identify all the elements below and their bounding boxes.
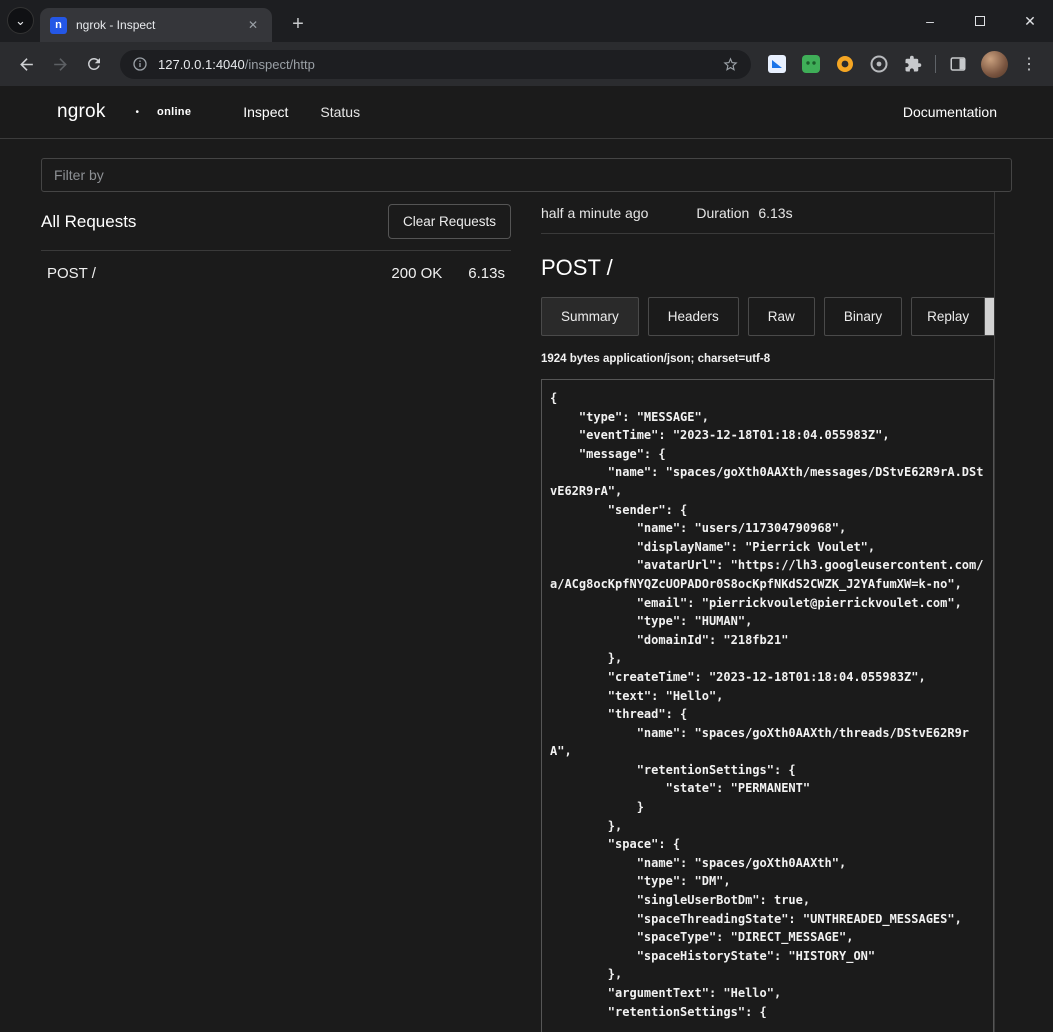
- tab-binary[interactable]: Binary: [824, 297, 902, 336]
- forward-button[interactable]: [44, 48, 76, 80]
- side-panel-icon: [949, 55, 967, 73]
- nav-status[interactable]: Status: [320, 104, 360, 120]
- filter-bar: [41, 158, 1012, 192]
- tab-search-button[interactable]: ⌄: [7, 7, 34, 34]
- forward-arrow-icon: [51, 55, 70, 74]
- request-time-ago: half a minute ago: [541, 205, 648, 221]
- requests-panel: All Requests Clear Requests POST / 200 O…: [41, 192, 511, 1032]
- tab-summary[interactable]: Summary: [541, 297, 639, 336]
- requests-list: POST / 200 OK 6.13s: [41, 250, 511, 296]
- address-bar[interactable]: 127.0.0.1:4040/inspect/http: [120, 50, 751, 79]
- replay-options-button[interactable]: =: [985, 297, 995, 336]
- tab-close-icon[interactable]: ✕: [244, 16, 262, 34]
- request-body-json: { "type": "MESSAGE", "eventTime": "2023-…: [541, 379, 994, 1032]
- replay-options-icon: =: [994, 308, 995, 325]
- ngrok-logo[interactable]: ngrok: [57, 101, 106, 123]
- tab-headers[interactable]: Headers: [648, 297, 739, 336]
- replay-button-group: Replay =: [911, 297, 995, 336]
- back-arrow-icon: [17, 55, 36, 74]
- new-tab-button[interactable]: +: [284, 10, 312, 38]
- browser-toolbar: 127.0.0.1:4040/inspect/http ⋮: [0, 42, 1053, 86]
- extension-green-icon: [802, 55, 820, 73]
- nav-inspect[interactable]: Inspect: [243, 104, 288, 120]
- extension-green-button[interactable]: [795, 48, 827, 80]
- tab-raw[interactable]: Raw: [748, 297, 815, 336]
- request-status: 200 OK: [391, 265, 442, 282]
- url-text: 127.0.0.1:4040/inspect/http: [158, 57, 315, 72]
- star-icon: [722, 56, 739, 73]
- puzzle-piece-icon: [904, 55, 922, 73]
- bookmark-star-button[interactable]: [722, 56, 739, 73]
- tunnel-status: online: [157, 106, 191, 118]
- extension-gray-button[interactable]: [863, 48, 895, 80]
- side-panel-button[interactable]: [942, 48, 974, 80]
- requests-title: All Requests: [41, 212, 136, 232]
- documentation-link[interactable]: Documentation: [903, 104, 997, 120]
- app-header: ngrok • online Inspect Status Documentat…: [0, 86, 1053, 139]
- tab-title: ngrok - Inspect: [76, 18, 235, 32]
- request-duration-summary: Duration 6.13s: [696, 205, 792, 221]
- request-method-path: POST /: [47, 265, 96, 282]
- browser-titlebar: ⌄ n ngrok - Inspect ✕ + – ✕: [0, 0, 1053, 42]
- browser-menu-button[interactable]: ⋮: [1015, 50, 1043, 78]
- content-columns: All Requests Clear Requests POST / 200 O…: [0, 192, 1053, 1032]
- browser-tab[interactable]: n ngrok - Inspect ✕: [40, 8, 272, 42]
- ngrok-inspect-page: ngrok • online Inspect Status Documentat…: [0, 86, 1053, 1032]
- detail-title: POST /: [541, 255, 994, 281]
- ngrok-favicon-icon: n: [50, 17, 67, 34]
- detail-header: half a minute ago Duration 6.13s: [541, 192, 994, 234]
- clear-requests-button[interactable]: Clear Requests: [388, 204, 511, 239]
- window-maximize-button[interactable]: [969, 10, 991, 32]
- status-bullet-icon: •: [136, 107, 140, 118]
- duration-label: Duration: [696, 205, 749, 221]
- extension-blue-button[interactable]: [761, 48, 793, 80]
- url-path: /inspect/http: [245, 57, 315, 72]
- reload-button[interactable]: [78, 48, 110, 80]
- back-button[interactable]: [10, 48, 42, 80]
- detail-tabs: Summary Headers Raw Binary Replay =: [541, 297, 994, 336]
- request-row[interactable]: POST / 200 OK 6.13s: [41, 251, 511, 296]
- request-duration: 6.13s: [468, 265, 505, 282]
- filter-input[interactable]: [41, 158, 1012, 192]
- window-controls: – ✕: [919, 0, 1041, 42]
- window-close-button[interactable]: ✕: [1019, 10, 1041, 32]
- content-type-meta: 1924 bytes application/json; charset=utf…: [541, 353, 994, 365]
- url-host: 127.0.0.1:4040: [158, 57, 245, 72]
- reload-icon: [85, 55, 103, 73]
- extensions-menu-button[interactable]: [897, 48, 929, 80]
- extension-orange-button[interactable]: [829, 48, 861, 80]
- maximize-icon: [975, 16, 985, 26]
- requests-panel-header: All Requests Clear Requests: [41, 192, 511, 250]
- window-minimize-button[interactable]: –: [919, 10, 941, 32]
- chevron-down-icon: ⌄: [15, 13, 26, 29]
- profile-avatar[interactable]: [981, 51, 1008, 78]
- site-info-icon[interactable]: [132, 56, 148, 72]
- replay-button[interactable]: Replay: [911, 297, 985, 336]
- detail-panel: half a minute ago Duration 6.13s POST / …: [541, 192, 995, 1032]
- extension-gray-icon: [870, 55, 888, 73]
- toolbar-separator: [935, 55, 936, 73]
- extension-blue-icon: [768, 55, 786, 73]
- extension-orange-icon: [836, 55, 854, 73]
- duration-value: 6.13s: [758, 205, 792, 221]
